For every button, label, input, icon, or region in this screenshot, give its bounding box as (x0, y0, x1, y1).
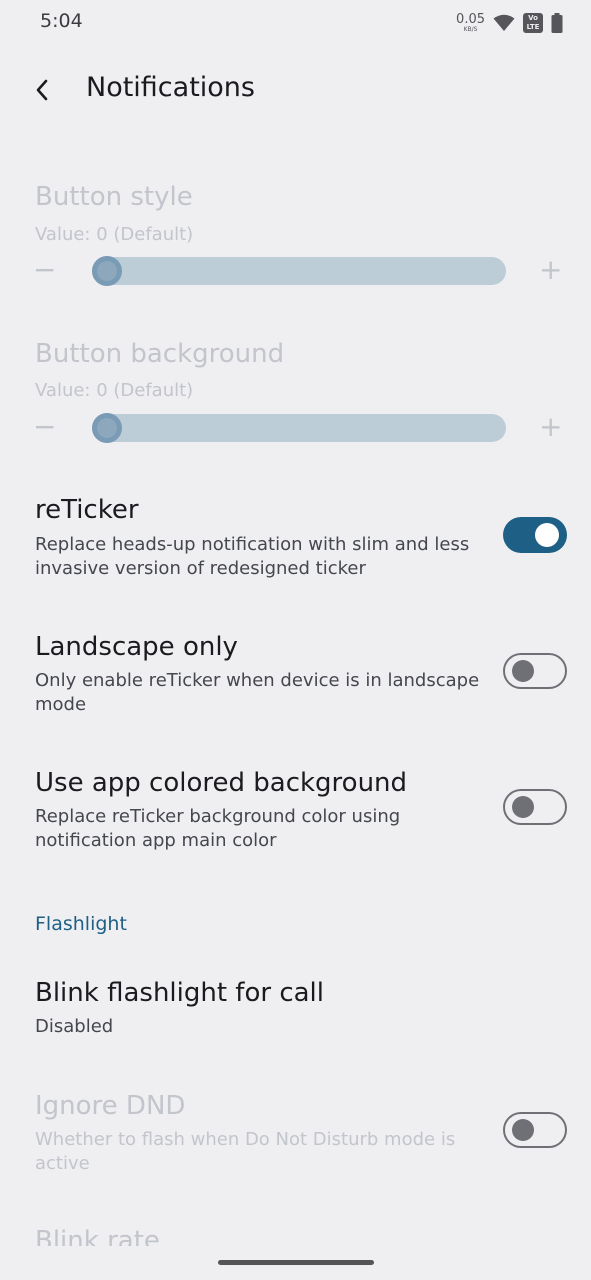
volte-icon: Vo LTE (523, 13, 543, 33)
back-arrow-icon (36, 79, 48, 101)
app-colored-background-title: Use app colored background (35, 768, 408, 798)
blink-flashlight-title: Blink flashlight for call (35, 978, 324, 1008)
page-title: Notifications (86, 72, 255, 103)
volte-top-label: Vo (528, 14, 538, 22)
landscape-only-summary: Only enable reTicker when device is in l… (35, 670, 480, 715)
blink-rate-title[interactable]: Blink rate (35, 1226, 160, 1246)
net-speed-value: 0.05 (456, 12, 485, 27)
switch-knob (512, 796, 534, 818)
button-style-increase-button[interactable]: + (539, 253, 562, 286)
button-style-decrease-button[interactable]: − (33, 253, 56, 286)
net-speed-indicator: 0.05 KB/S (456, 13, 485, 33)
button-style-slider-track[interactable] (92, 257, 506, 285)
button-background-slider-track[interactable] (92, 414, 506, 442)
landscape-only-switch[interactable] (503, 653, 567, 689)
app-colored-background-switch[interactable] (503, 789, 567, 825)
landscape-only-title: Landscape only (35, 632, 238, 662)
switch-knob (512, 660, 534, 682)
switch-knob (535, 523, 559, 547)
gesture-navigation-bar[interactable] (218, 1260, 374, 1265)
battery-icon (551, 13, 563, 33)
reticker-summary: Replace heads-up notification with slim … (35, 534, 470, 579)
app-colored-background-summary: Replace reTicker background color using … (35, 806, 401, 851)
button-background-slider-thumb[interactable] (92, 413, 122, 443)
button-background-title: Button background (35, 339, 285, 369)
reticker-switch[interactable] (503, 517, 567, 553)
volte-bottom-label: LTE (526, 23, 540, 31)
button-style-title: Button style (35, 182, 193, 212)
reticker-title: reTicker (35, 495, 139, 525)
button-background-decrease-button[interactable]: − (33, 410, 56, 443)
blink-flashlight-summary: Disabled (35, 1016, 114, 1037)
button-style-summary: Value: 0 (Default) (35, 224, 194, 245)
net-speed-unit: KB/S (463, 26, 478, 33)
back-button[interactable] (24, 72, 60, 108)
wifi-icon (493, 14, 515, 31)
ignore-dnd-summary: Whether to flash when Do Not Disturb mod… (35, 1129, 456, 1174)
flashlight-section-header: Flashlight (35, 913, 127, 935)
ignore-dnd-switch[interactable] (503, 1112, 567, 1148)
switch-knob (512, 1119, 534, 1141)
button-background-increase-button[interactable]: + (539, 410, 562, 443)
button-background-summary: Value: 0 (Default) (35, 380, 194, 401)
button-style-slider-thumb[interactable] (92, 256, 122, 286)
status-time: 5:04 (40, 10, 83, 32)
ignore-dnd-title: Ignore DND (35, 1091, 186, 1121)
status-icons: 0.05 KB/S Vo LTE (456, 8, 563, 38)
